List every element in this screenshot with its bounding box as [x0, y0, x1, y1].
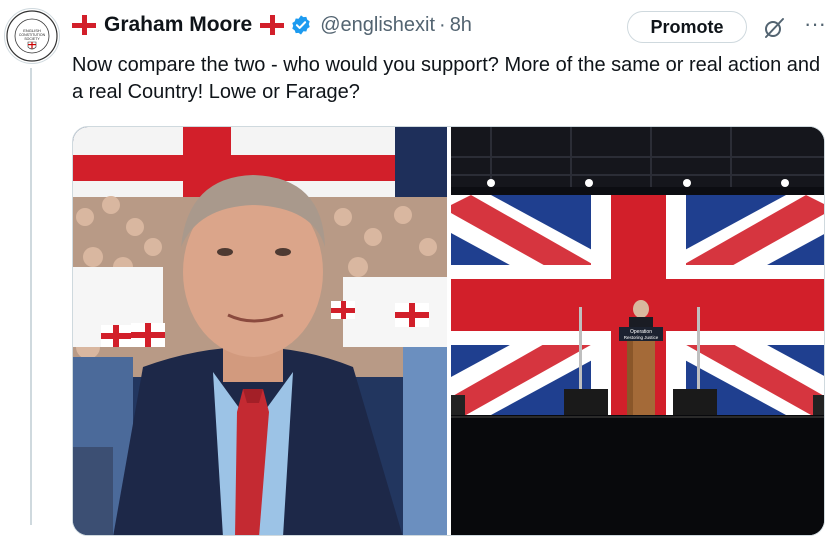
- england-flag-icon: [72, 15, 96, 35]
- more-options-icon[interactable]: ···: [801, 13, 829, 38]
- separator-dot: ·: [439, 13, 446, 36]
- avatar-column: ENGLISH CONSTITUTION SOCIETY: [0, 0, 62, 525]
- man-with-crowd-image: [73, 127, 447, 535]
- england-flag-icon: [260, 15, 285, 35]
- constitution-society-logo: ENGLISH CONSTITUTION SOCIETY: [6, 10, 58, 62]
- promote-button[interactable]: Promote: [627, 11, 747, 43]
- verified-badge-icon[interactable]: [290, 14, 312, 36]
- media-image-right[interactable]: Operation Restoring Justice: [451, 127, 824, 535]
- author-name[interactable]: Graham Moore: [104, 13, 252, 37]
- media-grid[interactable]: Operation Restoring Justice: [72, 126, 825, 536]
- podium-sign-line2: Restoring Justice: [624, 335, 659, 340]
- avatar[interactable]: ENGLISH CONSTITUTION SOCIETY: [4, 8, 60, 64]
- grok-icon[interactable]: [762, 16, 786, 40]
- thread-line: [30, 68, 32, 525]
- speaker-stage-image: Operation Restoring Justice: [451, 127, 824, 535]
- avatar-text-society: SOCIETY: [24, 37, 40, 41]
- media-image-left[interactable]: [73, 127, 447, 535]
- tweet-timestamp[interactable]: 8h: [450, 14, 472, 37]
- tweet-header: Graham Moore @englishexit · 8h: [72, 8, 472, 42]
- tweet-text: Now compare the two - who would you supp…: [72, 54, 821, 103]
- author-handle[interactable]: @englishexit: [320, 14, 435, 37]
